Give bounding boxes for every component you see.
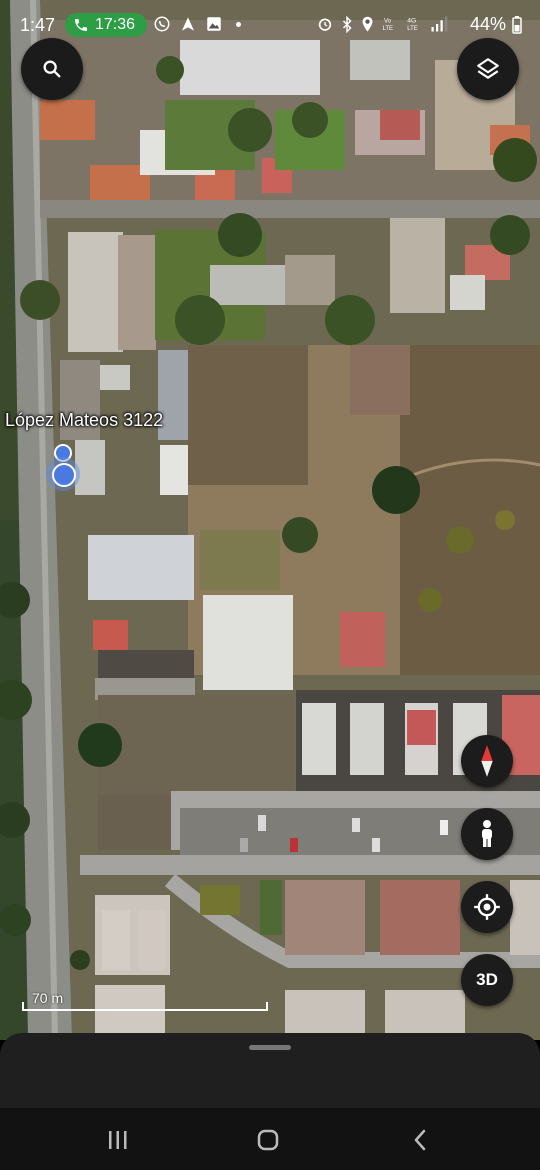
signal-icon <box>431 16 448 32</box>
scale-line <box>22 1009 268 1011</box>
search-button[interactable] <box>21 38 83 100</box>
3d-label: 3D <box>476 970 498 989</box>
compass-icon <box>481 745 493 777</box>
ongoing-call-pill[interactable]: 17:36 <box>65 13 147 37</box>
scale-tick-right <box>266 1002 268 1011</box>
back-button[interactable] <box>405 1126 435 1154</box>
svg-text:LTE: LTE <box>407 26 418 32</box>
svg-text:4G: 4G <box>407 18 416 25</box>
home-icon <box>257 1129 279 1151</box>
sheet-drag-handle[interactable] <box>249 1045 291 1050</box>
3d-button[interactable]: 3D <box>461 954 513 1006</box>
my-location-dot[interactable] <box>52 463 76 487</box>
alarm-icon <box>318 18 332 31</box>
compass-button[interactable] <box>461 735 513 787</box>
whatsapp-icon <box>154 16 170 32</box>
layers-icon <box>477 58 499 79</box>
layers-button[interactable] <box>457 38 519 100</box>
search-icon <box>43 60 61 78</box>
dot-icon <box>236 21 241 27</box>
recent-apps-icon <box>109 1131 127 1149</box>
phone-call-icon <box>75 19 87 31</box>
street-view-button[interactable] <box>461 808 513 860</box>
back-icon <box>414 1129 426 1151</box>
satellite-map[interactable] <box>0 0 540 1040</box>
battery-percent: 44% <box>469 14 506 34</box>
satellite-imagery <box>0 0 540 1040</box>
navigation-icon <box>182 17 194 31</box>
svg-text:LTE: LTE <box>383 26 394 32</box>
bluetooth-icon <box>342 15 352 33</box>
home-button[interactable] <box>253 1126 283 1154</box>
recent-apps-button[interactable] <box>103 1126 133 1154</box>
status-time: 1:47 <box>20 15 56 35</box>
volte-icon: VoLTE <box>383 19 394 33</box>
my-location-icon <box>474 894 500 920</box>
place-label[interactable]: López Mateos 3122 <box>5 410 163 431</box>
pegman-icon <box>482 820 492 847</box>
scale-bar: 70 m <box>22 990 268 1011</box>
scale-label: 70 m <box>32 990 64 1006</box>
image-icon <box>207 17 221 31</box>
system-status-icons: Vo LTE 4G LTE <box>317 15 448 33</box>
status-bar: 1:47 17:36 Vo LTE 4G LTE 44% <box>0 0 540 50</box>
4g-icon: 4GLTE <box>407 18 418 33</box>
svg-text:Vo: Vo <box>384 19 392 25</box>
scale-tick-left <box>22 1002 24 1011</box>
call-timer: 17:36 <box>95 16 136 33</box>
location-icon <box>362 16 373 32</box>
bottom-sheet[interactable] <box>0 1033 540 1113</box>
notification-icons <box>153 15 241 33</box>
my-location-button[interactable] <box>461 881 513 933</box>
battery-icon <box>512 16 522 34</box>
system-nav-bar <box>0 1108 540 1170</box>
